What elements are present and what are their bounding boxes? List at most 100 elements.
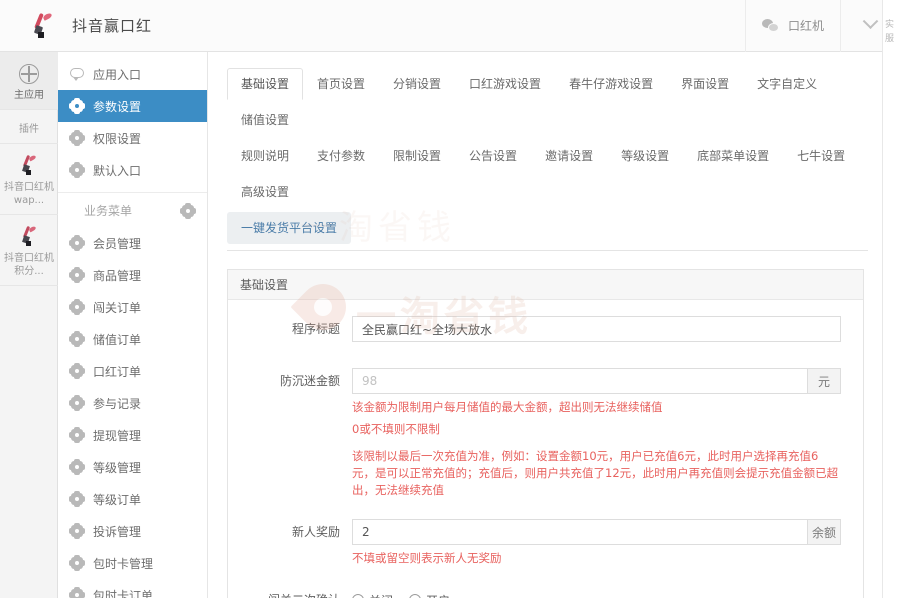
anti-addiction-hint-2: 0或不填则不限制 (352, 422, 440, 436)
gear-icon[interactable] (180, 202, 196, 219)
sidebar-section-business: 业务菜单 (58, 193, 207, 227)
account-name: 口红机 (787, 19, 824, 33)
tab-advanced-settings[interactable]: 高级设置 (227, 176, 303, 208)
app-root: 抖音赢口红 口红机 实 服 主应用 插件 抖音口红机wap... 抖音口红机积分… (0, 0, 900, 598)
second-confirm-radio-off[interactable]: 关闭 (352, 592, 393, 598)
sidebar-item-param-settings[interactable]: 参数设置 (58, 90, 207, 122)
program-title-input[interactable] (352, 316, 841, 342)
tab-rules-desc[interactable]: 规则说明 (227, 140, 303, 172)
gear-icon (69, 587, 85, 598)
gear-icon (69, 555, 85, 571)
sidebar-item-goods-mgmt[interactable]: 商品管理 (58, 259, 207, 291)
sidebar-item-app-entry[interactable]: 应用入口 (58, 58, 207, 90)
lipstick-logo-icon (2, 224, 56, 250)
wechat-bubbles-icon (761, 18, 780, 33)
tab-row-2: 规则说明 支付参数 限制设置 公告设置 邀请设置 等级设置 底部菜单设置 七牛设… (227, 140, 868, 212)
header-brand[interactable]: 抖音赢口红 (0, 11, 152, 40)
sidebar-item-participation-records[interactable]: 参与记录 (58, 387, 207, 419)
sidebar-item-label: 会员管理 (93, 236, 142, 251)
sidebar-menu: 应用入口 参数设置 权限设置 默认入口 业务菜单 会员管理 商品管理 闯关订单 … (58, 52, 208, 598)
sidebar-item-label: 包时卡管理 (93, 556, 154, 571)
bubble-icon (70, 67, 84, 81)
field-label: 防沉迷金额 (279, 374, 340, 388)
gear-icon (69, 235, 85, 251)
account-menu[interactable]: 口红机 (744, 0, 840, 52)
tab-level-settings[interactable]: 等级设置 (607, 140, 683, 172)
sidebar-item-label: 投诉管理 (93, 524, 142, 539)
right-edge-strip: 实 服 (882, 0, 900, 598)
tab-bar-underline (227, 250, 868, 251)
tab-deposit-settings[interactable]: 储值设置 (227, 104, 303, 136)
tab-bottom-menu-settings[interactable]: 底部菜单设置 (683, 140, 783, 172)
sidebar-item-label: 闯关订单 (93, 300, 142, 315)
rail-label-plugin: 插件 (19, 124, 39, 135)
field-label: 闯关二次确认 (234, 587, 352, 598)
settings-panel: 基础设置 程序标题 防沉迷金额 元 (227, 269, 864, 598)
rail-item-app-points[interactable]: 抖音口红机积分... (0, 215, 58, 286)
second-confirm-radio-group: 关闭 开启 (352, 587, 841, 598)
chevron-down-icon (862, 13, 879, 30)
sidebar-item-default-entry[interactable]: 默认入口 (58, 154, 207, 186)
sidebar-item-permission-settings[interactable]: 权限设置 (58, 122, 207, 154)
sidebar-item-label: 储值订单 (93, 332, 142, 347)
field-anti-addiction: 防沉迷金额 元 该金额为限制用户每月储值的最大金额，超出则无法继续储值 0或不填… (234, 368, 841, 499)
gear-icon (69, 130, 85, 146)
tab-home-settings[interactable]: 首页设置 (303, 68, 379, 100)
rail-item-main-app[interactable]: 主应用 (0, 52, 58, 110)
sidebar-item-timecard-orders[interactable]: 包时卡订单 (58, 579, 207, 598)
gear-icon (69, 395, 85, 411)
tab-row-3: 一键发货平台设置 (227, 212, 868, 248)
gear-icon (69, 267, 85, 283)
app-rail: 主应用 插件 抖音口红机wap... 抖音口红机积分... (0, 52, 58, 598)
sidebar-section-title: 业务菜单 (84, 203, 133, 218)
tab-announcement-settings[interactable]: 公告设置 (455, 140, 531, 172)
sidebar-business-list: 会员管理 商品管理 闯关订单 储值订单 口红订单 参与记录 提现管理 等级管理 … (58, 227, 207, 598)
sidebar-item-complaint-mgmt[interactable]: 投诉管理 (58, 515, 207, 547)
sidebar-item-label: 参与记录 (93, 396, 142, 411)
sidebar-item-label: 应用入口 (93, 67, 142, 82)
rail-item-plugin[interactable]: 插件 (0, 110, 58, 144)
newbie-reward-input[interactable] (352, 519, 807, 545)
gear-icon (69, 363, 85, 379)
sidebar-item-timecard-mgmt[interactable]: 包时卡管理 (58, 547, 207, 579)
sidebar-item-label: 参数设置 (93, 99, 142, 114)
tab-payment-params[interactable]: 支付参数 (303, 140, 379, 172)
radio-dot-icon (409, 594, 422, 598)
sidebar-item-label: 等级管理 (93, 460, 142, 475)
tab-text-custom[interactable]: 文字自定义 (743, 68, 831, 100)
field-second-confirm: 闯关二次确认 关闭 开启 开启二次确认后，用户开始 (234, 587, 841, 598)
tab-limit-settings[interactable]: 限制设置 (379, 140, 455, 172)
anti-addiction-hint-3: 该限制以最后一次充值为准，例如：设置金额10元，用户已充值6元，此时用户选择再充… (352, 449, 839, 497)
sidebar-item-level-orders[interactable]: 等级订单 (58, 483, 207, 515)
tab-distribution-settings[interactable]: 分销设置 (379, 68, 455, 100)
tab-lipstick-game-settings[interactable]: 口红游戏设置 (455, 68, 555, 100)
header-right: 口红机 (744, 0, 900, 52)
main-content: 基础设置 首页设置 分销设置 口红游戏设置 春牛仔游戏设置 界面设置 文字自定义… (209, 52, 882, 598)
sidebar-item-level-mgmt[interactable]: 等级管理 (58, 451, 207, 483)
sidebar-item-lipstick-orders[interactable]: 口红订单 (58, 355, 207, 387)
tab-qiniu-settings[interactable]: 七牛设置 (783, 140, 859, 172)
rail-item-app-wap[interactable]: 抖音口红机wap... (0, 144, 58, 215)
anti-addiction-unit: 元 (807, 368, 841, 394)
tab-oneclick-shipping-platform[interactable]: 一键发货平台设置 (227, 212, 352, 244)
tab-invite-settings[interactable]: 邀请设置 (531, 140, 607, 172)
field-program-title: 程序标题 (234, 316, 841, 342)
newbie-reward-unit: 余额 (807, 519, 841, 545)
sidebar-item-withdraw-mgmt[interactable]: 提现管理 (58, 419, 207, 451)
sidebar-item-challenge-orders[interactable]: 闯关订单 (58, 291, 207, 323)
lipstick-logo-icon (30, 11, 56, 40)
sidebar-item-label: 口红订单 (93, 364, 142, 379)
tab-basic-settings[interactable]: 基础设置 (227, 68, 304, 100)
edge-line-2: 服 (885, 34, 895, 44)
tab-interface-settings[interactable]: 界面设置 (667, 68, 743, 100)
anti-addiction-input[interactable] (352, 368, 807, 394)
tab-bar: 基础设置 首页设置 分销设置 口红游戏设置 春牛仔游戏设置 界面设置 文字自定义… (209, 52, 882, 248)
second-confirm-radio-on[interactable]: 开启 (409, 592, 450, 598)
panel-title: 基础设置 (228, 270, 863, 300)
tab-cowboy-game-settings[interactable]: 春牛仔游戏设置 (555, 68, 667, 100)
sidebar-item-member-mgmt[interactable]: 会员管理 (58, 227, 207, 259)
radio-label: 开启 (426, 592, 450, 598)
sidebar-item-label: 提现管理 (93, 428, 142, 443)
sidebar-item-deposit-orders[interactable]: 储值订单 (58, 323, 207, 355)
gear-icon (69, 427, 85, 443)
